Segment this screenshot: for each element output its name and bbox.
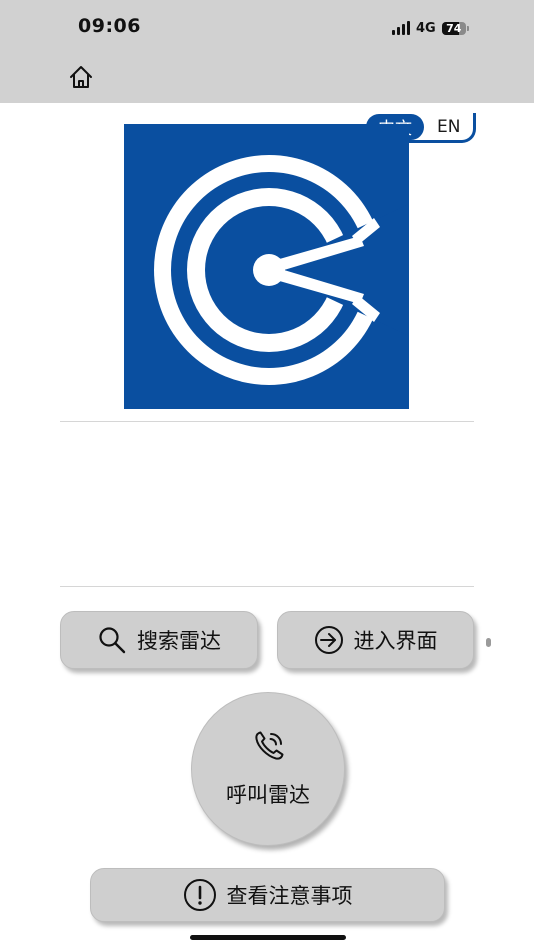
signal-icon [392,21,410,35]
battery-icon: 74 [441,21,466,35]
network-type: 4G [416,20,436,36]
enter-interface-button[interactable]: 进入界面 [277,611,474,669]
status-indicators: 4G 74 [392,18,469,38]
search-radar-button[interactable]: 搜索雷达 [60,611,258,669]
search-radar-label: 搜索雷达 [137,629,221,653]
search-icon [97,625,127,655]
battery-tip [466,25,469,31]
language-english-button[interactable]: EN [437,117,460,137]
company-logo [124,124,409,409]
top-bar: 09:06 4G 74 [0,0,534,103]
divider-top [60,421,474,422]
phone-call-icon [255,731,284,760]
divider-bottom [60,586,474,587]
exclamation-circle-icon [183,878,217,912]
home-icon [70,66,92,88]
battery-percent: 74 [446,21,462,35]
enter-interface-label: 进入界面 [353,629,438,653]
call-radar-button[interactable]: 呼叫雷达 [191,692,345,846]
enter-arrow-icon [314,625,344,655]
home-button[interactable] [68,64,94,90]
company-logo-icon [124,124,409,409]
app-screen: 09:06 4G 74 中文 EN [0,0,534,950]
view-notes-button[interactable]: 查看注意事项 [90,868,445,922]
home-indicator[interactable] [190,935,346,940]
side-indicator [486,638,491,647]
view-notes-label: 查看注意事项 [226,884,353,908]
status-time: 09:06 [78,15,141,37]
call-radar-label: 呼叫雷达 [226,783,310,807]
